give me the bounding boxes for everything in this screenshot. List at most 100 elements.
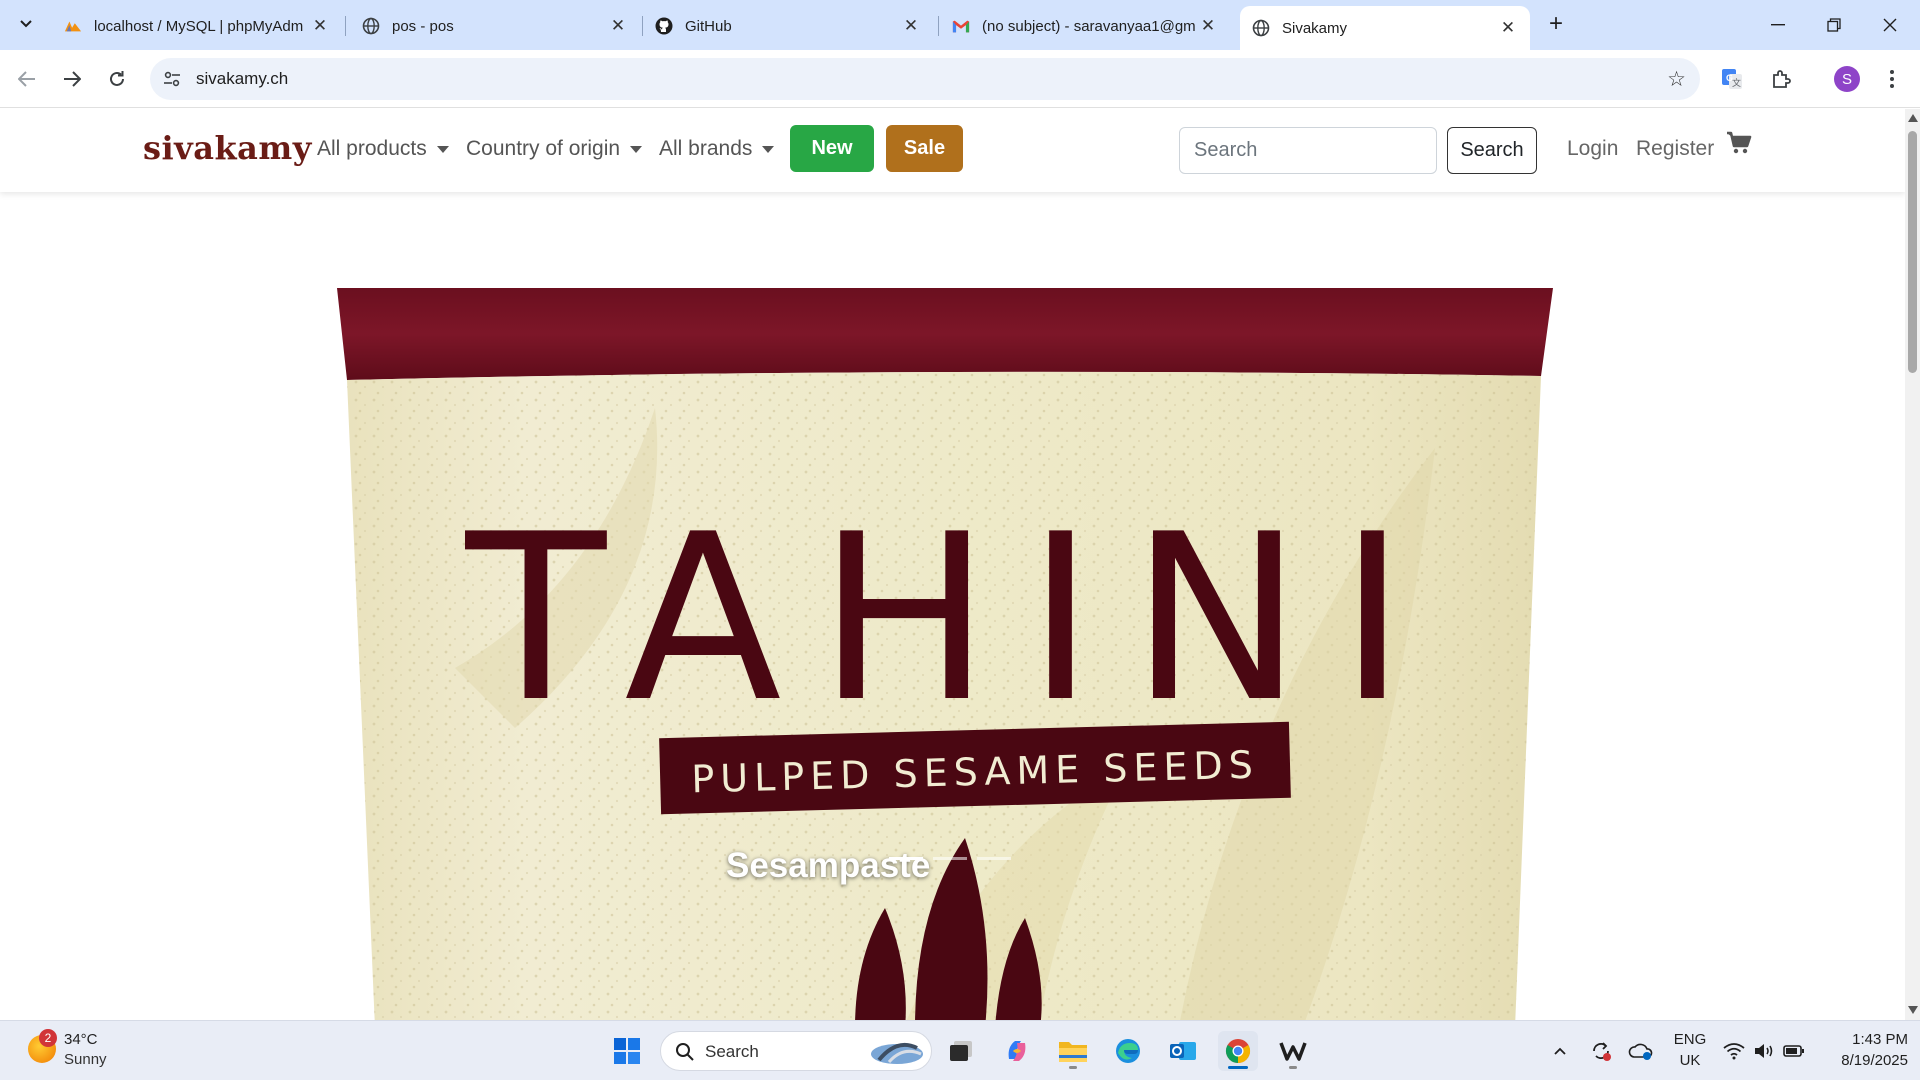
chrome-icon — [1225, 1039, 1251, 1063]
copilot-button[interactable] — [997, 1031, 1037, 1071]
profile-avatar[interactable]: S — [1831, 63, 1863, 95]
clock-date: 8/19/2025 — [1841, 1052, 1908, 1069]
forward-button[interactable] — [55, 62, 89, 96]
wifi-tray-icon[interactable] — [1719, 1031, 1749, 1071]
dropdown-label: All brands — [659, 137, 753, 160]
reload-icon — [110, 71, 124, 86]
register-link[interactable]: Register — [1636, 137, 1714, 161]
task-view-button[interactable] — [941, 1031, 981, 1071]
google-translate-icon[interactable]: G文 — [1716, 63, 1748, 95]
task-view-icon — [950, 1041, 972, 1061]
gmail-icon — [952, 17, 970, 35]
country-of-origin-dropdown[interactable]: Country of origin — [466, 137, 643, 161]
all-products-dropdown[interactable]: All products — [317, 137, 449, 161]
sync-tray-icon[interactable] — [1583, 1031, 1619, 1071]
close-tab-icon[interactable]: ✕ — [1498, 18, 1518, 38]
w-logo-icon — [1279, 1042, 1307, 1061]
weather-condition: Sunny — [64, 1051, 107, 1068]
scroll-down-arrow-icon[interactable] — [1908, 1006, 1918, 1014]
running-indicator — [1069, 1066, 1077, 1069]
file-explorer-button[interactable] — [1053, 1031, 1093, 1071]
carousel-indicator[interactable] — [977, 857, 1011, 860]
globe-icon — [1252, 19, 1270, 37]
tab-phpmyadmin[interactable]: localhost / MySQL | phpMyAdm ✕ — [52, 6, 342, 46]
restore-button[interactable] — [1806, 0, 1862, 50]
folder-icon — [1059, 1042, 1087, 1062]
new-tab-button[interactable]: + — [1541, 8, 1571, 40]
start-button[interactable] — [607, 1031, 647, 1071]
battery-icon — [1783, 1045, 1804, 1057]
github-icon — [655, 17, 673, 35]
taskbar-search-label: Search — [705, 1042, 759, 1061]
back-button[interactable] — [10, 62, 44, 96]
all-brands-dropdown[interactable]: All brands — [659, 137, 775, 161]
browser-toolbar: sivakamy.ch ☆ G文 S — [0, 50, 1920, 108]
close-tab-icon[interactable]: ✕ — [310, 16, 330, 36]
onedrive-tray-icon[interactable] — [1623, 1031, 1659, 1071]
battery-tray-icon[interactable] — [1779, 1031, 1809, 1071]
minimize-icon — [1771, 24, 1785, 26]
search-highlight-icon — [871, 1043, 923, 1064]
close-window-button[interactable] — [1862, 0, 1918, 50]
dropdown-label: All products — [317, 137, 427, 160]
tab-title: (no subject) - saravanyaa1@gm — [982, 17, 1196, 35]
show-hidden-icons-button[interactable] — [1545, 1031, 1575, 1071]
site-info-icon[interactable] — [162, 69, 182, 89]
tab-separator — [345, 16, 346, 36]
browser-menu-icon[interactable] — [1876, 63, 1908, 95]
bookmark-star-icon[interactable]: ☆ — [1667, 67, 1686, 92]
tab-github[interactable]: GitHub ✕ — [643, 6, 933, 46]
volume-tray-icon[interactable] — [1749, 1031, 1779, 1071]
cart-icon[interactable] — [1726, 131, 1752, 157]
sale-button[interactable]: Sale — [886, 125, 963, 172]
tab-separator — [938, 16, 939, 36]
close-icon — [1883, 18, 1897, 32]
minimize-button[interactable] — [1750, 0, 1806, 50]
login-link[interactable]: Login — [1567, 137, 1618, 161]
cloud-icon — [1628, 1043, 1653, 1060]
extensions-icon[interactable] — [1765, 63, 1797, 95]
app-w-button[interactable] — [1273, 1031, 1313, 1071]
carousel-indicator[interactable] — [889, 857, 923, 860]
tab-pos[interactable]: pos - pos ✕ — [350, 6, 640, 46]
svg-text:文: 文 — [1732, 77, 1741, 88]
close-tab-icon[interactable]: ✕ — [1198, 16, 1218, 36]
close-tab-icon[interactable]: ✕ — [901, 16, 921, 36]
scrollbar-thumb[interactable] — [1908, 131, 1917, 373]
scroll-up-arrow-icon[interactable] — [1908, 114, 1918, 122]
new-button[interactable]: New — [790, 125, 874, 172]
chrome-button[interactable] — [1218, 1031, 1258, 1071]
caret-down-icon — [762, 145, 775, 153]
tab-title: GitHub — [685, 17, 732, 35]
arrow-left-icon — [18, 71, 35, 87]
clock-time: 1:43 PM — [1852, 1031, 1908, 1048]
arrow-right-icon — [64, 71, 81, 87]
site-brand-logo[interactable]: sivakamy — [143, 129, 312, 167]
tab-strip: localhost / MySQL | phpMyAdm ✕ pos - pos… — [0, 0, 1920, 50]
windows-taskbar: 2 34°C Sunny Search ENG UK 1:43 PM 8/19/… — [0, 1020, 1920, 1080]
tab-search-menu-button[interactable] — [10, 8, 42, 40]
site-navbar: sivakamy All products Country of origin … — [0, 109, 1905, 192]
weather-temperature: 34°C — [64, 1031, 98, 1048]
search-input[interactable] — [1179, 127, 1437, 174]
hero-carousel-slide[interactable]: TAHINI PULPED SESAME SEEDS — [335, 288, 1553, 1020]
taskbar-search[interactable]: Search — [660, 1031, 932, 1071]
search-button[interactable]: Search — [1447, 127, 1537, 174]
caret-down-icon — [630, 145, 643, 153]
tab-title: Sivakamy — [1282, 19, 1348, 37]
language-line1: ENG — [1673, 1031, 1707, 1048]
address-bar[interactable]: sivakamy.ch ☆ — [150, 58, 1700, 100]
reload-button[interactable] — [100, 62, 134, 96]
page-scrollbar[interactable] — [1905, 109, 1920, 1020]
outlook-button[interactable] — [1163, 1031, 1203, 1071]
close-tab-icon[interactable]: ✕ — [608, 16, 628, 36]
tab-sivakamy[interactable]: Sivakamy ✕ — [1240, 6, 1530, 50]
active-app-indicator — [1228, 1066, 1248, 1069]
carousel-indicator[interactable] — [933, 857, 967, 860]
tab-title: localhost / MySQL | phpMyAdm — [94, 17, 304, 35]
tab-gmail[interactable]: (no subject) - saravanyaa1@gm ✕ — [940, 6, 1230, 46]
phpmyadmin-icon — [64, 17, 82, 35]
url-text: sivakamy.ch — [196, 69, 289, 88]
carousel-caption: Sesampaste — [726, 846, 931, 885]
edge-button[interactable] — [1108, 1031, 1148, 1071]
